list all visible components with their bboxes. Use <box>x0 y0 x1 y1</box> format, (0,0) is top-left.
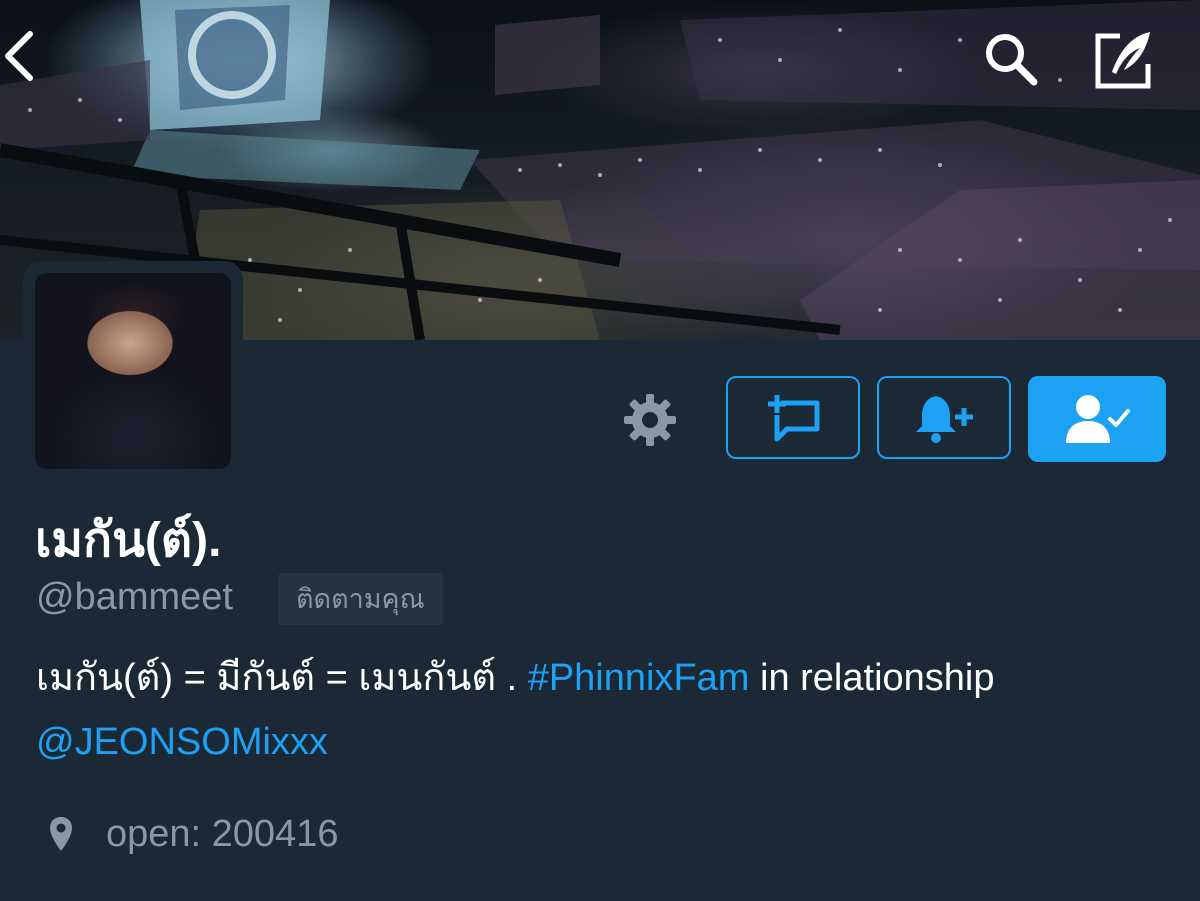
compose-tweet-button[interactable] <box>1090 28 1162 100</box>
hashtag-link[interactable]: #PhinnixFam <box>528 657 750 699</box>
avatar-frame <box>23 261 243 481</box>
gear-icon <box>624 394 676 446</box>
location-text: open: 200416 <box>106 812 339 855</box>
compose-feather-icon <box>1095 32 1151 89</box>
bio-text: in relationship <box>749 657 995 699</box>
bell-plus-icon <box>916 395 973 443</box>
back-button[interactable] <box>0 28 72 100</box>
notifications-button[interactable] <box>877 376 1011 459</box>
profile-handle: @bammeet <box>36 576 233 618</box>
direct-message-button[interactable] <box>726 376 860 459</box>
profile-location: open: 200416 <box>48 808 338 860</box>
following-button[interactable] <box>1028 376 1166 462</box>
user-check-icon <box>1066 395 1130 443</box>
follows-you-badge: ติดตามคุณ <box>278 573 443 625</box>
avatar[interactable] <box>35 273 231 469</box>
bio-text: เมกัน(ต์) = มีกันต์ = เมนกันต์ . <box>36 657 528 699</box>
search-icon <box>986 34 1038 86</box>
search-button[interactable] <box>980 28 1052 100</box>
location-pin-icon <box>50 817 72 851</box>
settings-button[interactable] <box>618 388 682 452</box>
mention-link[interactable]: @JEONSOMixxx <box>36 721 328 763</box>
direct-message-icon <box>768 394 820 441</box>
display-name: เมกัน(ต์). <box>35 514 222 567</box>
chevron-left-icon <box>5 31 33 81</box>
profile-bio: เมกัน(ต์) = มีกันต์ = เมนกันต์ . #Phinni… <box>36 646 1156 774</box>
